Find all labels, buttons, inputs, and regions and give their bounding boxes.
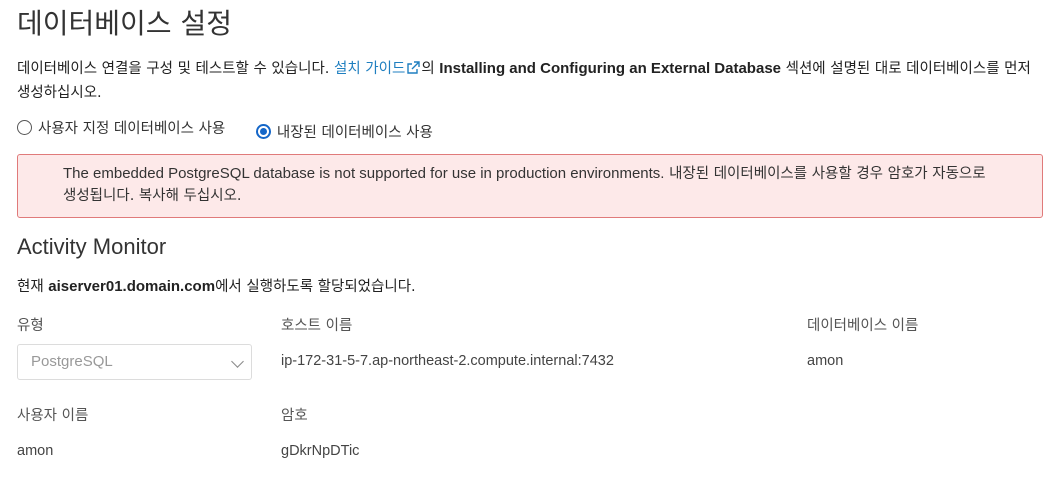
assigned-suffix: 에서 실행하도록 할당되었습니다.	[215, 279, 416, 295]
radio-custom-database[interactable]: 사용자 지정 데이터베이스 사용	[17, 117, 225, 138]
database-name-label: 데이터베이스 이름	[807, 318, 919, 334]
type-label: 유형	[17, 318, 44, 334]
radio-embedded-database[interactable]: 내장된 데이터베이스 사용	[255, 121, 433, 142]
assigned-host-text: 현재 aiserver01.domain.com에서 실행하도록 할당되었습니다…	[17, 277, 416, 297]
radio-custom-database-label: 사용자 지정 데이터베이스 사용	[38, 121, 226, 137]
intro-bold-section: Installing and Configuring an External D…	[439, 60, 781, 77]
database-type-select[interactable]: PostgreSQL	[17, 344, 252, 380]
embedded-db-warning-alert: The embedded PostgreSQL database is not …	[17, 154, 1043, 218]
alert-text-en: The embedded PostgreSQL database is not …	[63, 165, 665, 182]
database-name-value: amon	[807, 353, 844, 369]
database-setup-page: 데이터베이스 설정 데이터베이스 연결을 구성 및 테스트할 수 있습니다. 설…	[0, 0, 1057, 489]
install-guide-link-label: 설치 가이드	[334, 61, 406, 77]
host-name-value: ip-172-31-5-7.ap-northeast-2.compute.int…	[281, 353, 614, 369]
install-guide-link[interactable]: 설치 가이드	[334, 61, 421, 77]
password-label: 암호	[281, 408, 308, 424]
external-link-icon	[406, 60, 421, 82]
radio-checked-icon[interactable]	[255, 124, 271, 139]
host-name-label: 호스트 이름	[281, 318, 353, 334]
username-value: amon	[17, 443, 54, 459]
page-title: 데이터베이스 설정	[17, 7, 232, 40]
section-title-activity-monitor: Activity Monitor	[17, 234, 167, 259]
database-type-select-value: PostgreSQL	[31, 353, 113, 370]
password-value: gDkrNpDTic	[281, 443, 360, 459]
intro-text-mid: 의	[421, 61, 440, 77]
radio-embedded-database-label: 내장된 데이터베이스 사용	[276, 125, 433, 141]
chevron-down-icon	[231, 355, 244, 368]
database-type-radio-group: 사용자 지정 데이터베이스 사용 내장된 데이터베이스 사용	[17, 117, 459, 142]
assigned-prefix: 현재	[17, 279, 49, 295]
intro-paragraph: 데이터베이스 연결을 구성 및 테스트할 수 있습니다. 설치 가이드 의 Ins…	[17, 58, 1047, 104]
radio-unchecked-icon[interactable]	[17, 120, 32, 135]
intro-text-before: 데이터베이스 연결을 구성 및 테스트할 수 있습니다.	[17, 61, 335, 77]
username-label: 사용자 이름	[17, 408, 89, 424]
assigned-host-name: aiserver01.domain.com	[48, 278, 216, 295]
